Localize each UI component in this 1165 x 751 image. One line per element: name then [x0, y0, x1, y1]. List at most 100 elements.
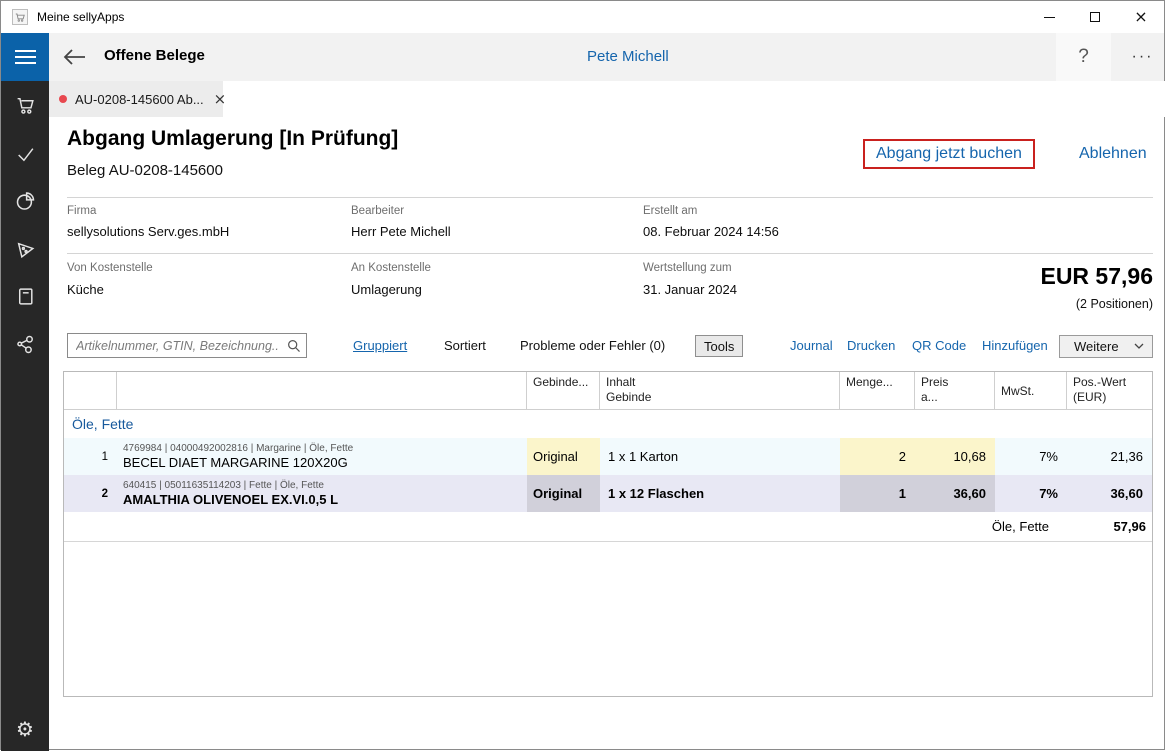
col-header-inhalt[interactable]: Inhalt Gebinde [600, 372, 840, 409]
page-title: Offene Belege [104, 47, 205, 64]
article-name: AMALTHIA OLIVENOEL EX.VI.0,5 L [123, 492, 338, 509]
book-outflow-button[interactable]: Abgang jetzt buchen [863, 139, 1035, 169]
tab-close-icon[interactable]: × [214, 90, 227, 108]
sidebar-item-tasks[interactable] [1, 134, 49, 174]
field-value-von-kostenstelle: Küche [67, 282, 104, 297]
gear-icon: ⚙ [16, 717, 34, 741]
share-icon [15, 334, 36, 355]
article-name: BECEL DIAET MARGARINE 120X20G [123, 455, 348, 472]
col-header-menge[interactable]: Menge... [840, 372, 915, 409]
reject-button[interactable]: Ablehnen [1079, 145, 1147, 163]
field-label-firma: Firma [67, 205, 96, 217]
preis-cell[interactable]: 10,68 [915, 438, 995, 475]
problems-toggle[interactable]: Probleme oder Fehler (0) [520, 338, 665, 353]
field-label-wertstellung: Wertstellung zum [643, 262, 732, 274]
group-header-row[interactable]: Öle, Fette [64, 410, 1152, 438]
sidebar-item-reports[interactable] [1, 181, 49, 221]
divider [67, 253, 1153, 254]
more-dropdown-label: Weitere [1074, 339, 1119, 354]
table-row[interactable]: 1 4769984 | 04000492002816 | Margarine |… [64, 438, 1152, 475]
row-number: 1 [64, 438, 117, 475]
group-footer-total: 57,96 [1067, 512, 1152, 541]
document-number: Beleg AU-0208-145600 [67, 162, 223, 179]
grouped-toggle[interactable]: Gruppiert [353, 338, 407, 353]
app-logo-icon [12, 9, 28, 25]
chevron-down-icon [1134, 343, 1144, 350]
close-button[interactable]: × [1118, 1, 1164, 33]
back-button[interactable] [59, 43, 89, 71]
sidebar-item-food[interactable] [1, 229, 49, 269]
app-window: Meine sellyApps × Offene Belege Pete Mic… [0, 0, 1165, 750]
app-header: Offene Belege Pete Michell ? ··· [1, 33, 1164, 81]
table-header-row: Gebinde... Inhalt Gebinde Menge... Preis… [64, 372, 1152, 410]
header-more-button[interactable]: ··· [1119, 33, 1165, 81]
col-header-mwst[interactable]: MwSt. [995, 372, 1067, 409]
mwst-cell: 7% [995, 475, 1067, 512]
help-button[interactable]: ? [1056, 33, 1111, 81]
article-meta: 640415 | 05011635114203 | Fette | Öle, F… [123, 479, 324, 492]
sorted-toggle[interactable]: Sortiert [444, 338, 486, 353]
article-cell: 640415 | 05011635114203 | Fette | Öle, F… [117, 475, 527, 512]
field-value-bearbeiter: Herr Pete Michell [351, 224, 451, 239]
unsaved-dot-icon [59, 95, 67, 103]
col-header-gebinde[interactable]: Gebinde... [527, 372, 600, 409]
field-label-an-kostenstelle: An Kostenstelle [351, 262, 431, 274]
gebinde-cell[interactable]: Original [527, 438, 600, 475]
search-input[interactable] [68, 339, 282, 353]
field-label-erstellt: Erstellt am [643, 205, 697, 217]
wert-cell: 21,36 [1067, 438, 1152, 475]
col-header-article [117, 372, 527, 409]
journal-link[interactable]: Journal [790, 338, 833, 353]
col-header-preis[interactable]: Preis a... [915, 372, 995, 409]
qr-code-link[interactable]: QR Code [912, 338, 966, 353]
search-icon[interactable] [282, 339, 306, 353]
sidebar-item-cart[interactable] [1, 85, 49, 125]
tab-label: AU-0208-145600 Ab... [75, 92, 204, 107]
back-arrow-icon [61, 47, 87, 67]
document-title: Abgang Umlagerung [In Prüfung] [67, 127, 398, 151]
check-icon [15, 144, 36, 165]
table-row-selected[interactable]: 2 640415 | 05011635114203 | Fette | Öle,… [64, 475, 1152, 512]
sidebar-item-catalog[interactable] [1, 276, 49, 316]
inhalt-cell: 1 x 1 Karton [600, 438, 840, 475]
more-dropdown[interactable]: Weitere [1059, 335, 1153, 358]
window-controls: × [1026, 1, 1164, 33]
article-meta: 4769984 | 04000492002816 | Margarine | Ö… [123, 442, 353, 455]
field-label-bearbeiter: Bearbeiter [351, 205, 404, 217]
close-icon: × [1134, 9, 1147, 25]
sidebar-item-network[interactable] [1, 324, 49, 364]
print-link[interactable]: Drucken [847, 338, 895, 353]
hamburger-menu-button[interactable] [1, 33, 49, 81]
inhalt-cell: 1 x 12 Flaschen [600, 475, 840, 512]
group-footer-row: Öle, Fette 57,96 [64, 512, 1152, 542]
field-label-von-kostenstelle: Von Kostenstelle [67, 262, 153, 274]
book-icon [15, 286, 36, 307]
field-value-an-kostenstelle: Umlagerung [351, 282, 422, 297]
document-total: EUR 57,96 [903, 263, 1153, 290]
maximize-button[interactable] [1072, 1, 1118, 33]
minimize-button[interactable] [1026, 1, 1072, 33]
current-user-link[interactable]: Pete Michell [587, 48, 669, 65]
maximize-icon [1090, 12, 1100, 22]
minimize-icon [1044, 17, 1055, 18]
pizza-icon [15, 239, 36, 260]
tab-document[interactable]: AU-0208-145600 Ab... × [49, 81, 223, 117]
col-header-poswert[interactable]: Pos.-Wert (EUR) [1067, 372, 1152, 409]
wert-cell: 36,60 [1067, 475, 1152, 512]
add-link[interactable]: Hinzufügen [982, 338, 1048, 353]
menge-cell[interactable]: 1 [840, 475, 915, 512]
gebinde-cell[interactable]: Original [527, 475, 600, 512]
positions-count: (2 Positionen) [903, 297, 1153, 311]
field-value-wertstellung: 31. Januar 2024 [643, 282, 737, 297]
preis-cell[interactable]: 36,60 [915, 475, 995, 512]
article-search [67, 333, 307, 358]
field-value-firma: sellysolutions Serv.ges.mbH [67, 224, 229, 239]
menge-cell[interactable]: 2 [840, 438, 915, 475]
sidebar-item-settings[interactable]: ⚙ [1, 709, 49, 749]
tools-button[interactable]: Tools [695, 335, 743, 357]
pie-chart-icon [14, 190, 36, 212]
cart-icon [15, 95, 36, 116]
divider [67, 197, 1153, 198]
field-value-erstellt: 08. Februar 2024 14:56 [643, 224, 779, 239]
group-footer-label: Öle, Fette [64, 512, 1067, 541]
